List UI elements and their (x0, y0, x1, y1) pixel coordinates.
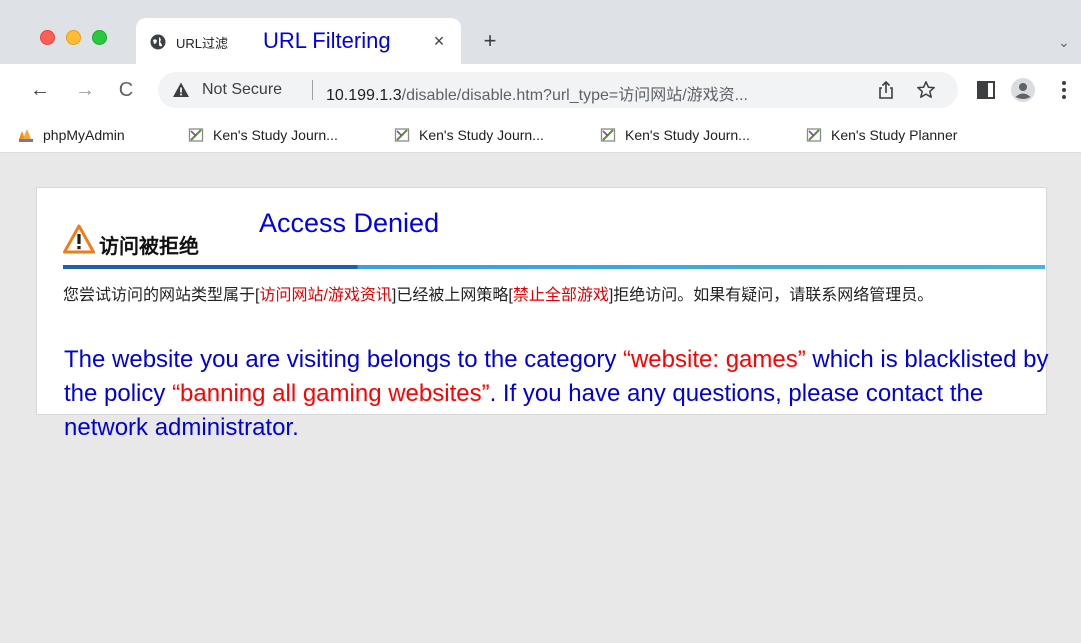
blocked-category: 访问网站/游戏资讯 (259, 287, 392, 304)
warning-icon[interactable] (172, 81, 190, 99)
bookmark-study-journal-1[interactable]: Ken's Study Journ... (188, 125, 338, 145)
address-bar[interactable]: Not Secure 10.199.1.3/disable/disable.ht… (158, 72, 958, 108)
url-path: /disable/disable.htm?url_type=访问网站/游戏资..… (401, 87, 748, 104)
warning-triangle-icon (63, 224, 95, 254)
tab-title-zh: URL过滤 (176, 36, 229, 51)
message-text: The website you are visiting belongs to … (64, 346, 623, 373)
bookmark-phpmyadmin[interactable]: phpMyAdmin (18, 125, 125, 145)
bookmark-study-planner[interactable]: Ken's Study Planner (806, 125, 957, 145)
active-tab[interactable]: URL过滤 URL Filtering × (136, 18, 461, 64)
blocking-policy-en: “banning all gaming websites” (172, 380, 490, 407)
bookmark-label: phpMyAdmin (43, 127, 125, 143)
globe-icon (150, 34, 166, 50)
phpmyadmin-icon (19, 129, 33, 142)
bookmark-label: Ken's Study Planner (831, 127, 958, 143)
blocked-category-en: “website: games” (622, 346, 806, 373)
bookmark-label: Ken's Study Journ... (419, 127, 544, 143)
blocking-policy: 禁止全部游戏 (512, 287, 609, 304)
share-icon[interactable] (876, 80, 896, 100)
security-status-label[interactable]: Not Secure (202, 81, 282, 99)
zoom-window-button[interactable] (92, 30, 107, 45)
back-button[interactable]: ← (28, 78, 52, 102)
tab-close-icon[interactable]: × (428, 30, 450, 52)
notion-icon (600, 128, 616, 142)
browser-window: URL过滤 URL Filtering × + ⌄ ← → C Not Secu… (0, 0, 1081, 643)
new-tab-button[interactable]: + (478, 30, 502, 54)
tab-search-chevron-icon[interactable]: ⌄ (1058, 34, 1070, 51)
title-bar: URL过滤 URL Filtering × + ⌄ (0, 0, 1081, 64)
message-text: ]已经被上网策略[ (391, 287, 513, 304)
page-heading-zh: 访问被拒绝 (99, 236, 199, 258)
heading-divider (63, 265, 1045, 269)
bookmark-label: Ken's Study Journ... (625, 127, 750, 143)
notion-icon (188, 128, 204, 142)
notion-icon (394, 128, 410, 142)
browser-toolbar: ← → C Not Secure 10.199.1.3/disable/disa… (0, 64, 1081, 116)
minimize-window-button[interactable] (66, 30, 81, 45)
url-host: 10.199.1.3 (326, 87, 402, 104)
message-text: 您尝试访问的网站类型属于[ (63, 287, 260, 304)
notion-icon (806, 128, 822, 142)
bookmark-study-journal-2[interactable]: Ken's Study Journ... (394, 125, 544, 145)
reload-button[interactable]: C (114, 78, 138, 102)
page-heading-en: Access Denied (259, 208, 440, 238)
bookmark-study-journal-3[interactable]: Ken's Study Journ... (600, 125, 750, 145)
kebab-menu-icon[interactable] (1061, 80, 1067, 100)
side-panel-icon[interactable] (977, 81, 995, 99)
denial-message-zh: 您尝试访问的网站类型属于[访问网站/游戏资讯]已经被上网策略[禁止全部游戏]拒绝… (63, 284, 1043, 308)
bookmark-star-icon[interactable] (916, 80, 936, 100)
bookmarks-bar: phpMyAdmin Ken's Study Journ... Ken's St… (0, 116, 1081, 153)
close-window-button[interactable] (40, 30, 55, 45)
bookmark-label: Ken's Study Journ... (213, 127, 338, 143)
message-text: ]拒绝访问。如果有疑问，请联系网络管理员。 (608, 287, 934, 304)
url-text[interactable]: 10.199.1.3/disable/disable.htm?url_type=… (326, 81, 748, 105)
forward-button[interactable]: → (73, 78, 97, 102)
tab-title-en: URL Filtering (263, 28, 391, 53)
address-separator (312, 80, 313, 100)
denial-message-en: The website you are visiting belongs to … (64, 343, 1064, 445)
profile-avatar-icon[interactable] (1011, 78, 1035, 102)
